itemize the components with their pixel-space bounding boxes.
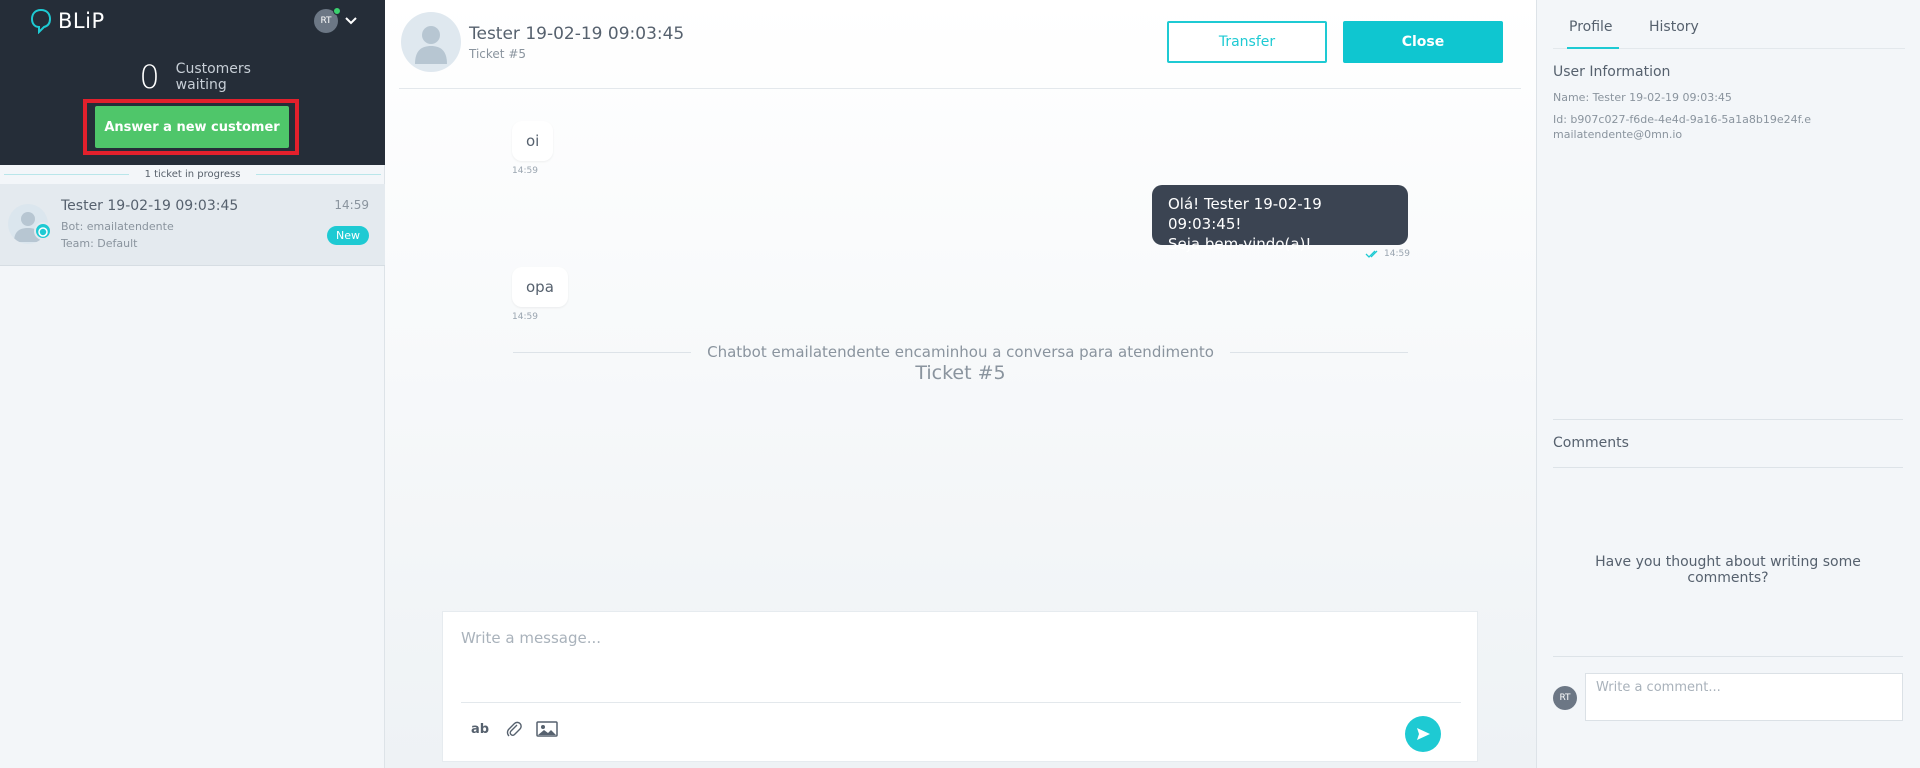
read-receipt-icon [1365,250,1378,258]
user-name-field: Name: Tester 19-02-19 09:03:45 [1553,91,1732,104]
send-icon [1417,728,1430,740]
tickets-in-progress-label: 1 ticket in progress [144,168,241,180]
message-composer: ab [442,611,1478,762]
section-divider [1553,419,1903,420]
message-text: opa [526,278,554,296]
contact-ticket-number: Ticket #5 [469,47,527,61]
section-divider [1553,656,1903,657]
outgoing-message: Olá! Tester 19-02-19 09:03:45! Seja bem-… [1152,185,1408,253]
outgoing-message-meta: 14:59 [1365,249,1410,259]
composer-divider [461,702,1461,703]
comment-input[interactable] [1585,673,1903,721]
image-icon [536,721,558,737]
tab-history[interactable]: History [1649,19,1699,47]
contact-name: Tester 19-02-19 09:03:45 [469,24,685,44]
contact-avatar [401,12,461,72]
customers-waiting: 0 Customers waiting [0,58,385,96]
answer-new-customer-button[interactable]: Answer a new customer [95,106,289,148]
details-tabs: Profile History [1553,0,1905,49]
transfer-button[interactable]: Transfer [1167,21,1327,63]
message-input[interactable] [461,629,1461,647]
empty-comments-message: Have you thought about writing some comm… [1595,554,1861,586]
chat-header: Tester 19-02-19 09:03:45 Ticket #5 Trans… [399,0,1521,89]
comments-title: Comments [1553,435,1629,451]
ticket-sidebar: BLiP RT 0 Customers waiting Answer a new… [0,0,385,768]
user-menu[interactable]: RT [314,7,358,33]
incoming-message: opa [512,267,568,307]
contact-details-panel: Profile History User Information Name: T… [1536,0,1920,768]
commenter-avatar: RT [1553,686,1577,710]
ticket-team: Team: Default [61,237,138,250]
message-text-line-2: Seja bem-vindo(a)! [1168,235,1312,253]
user-avatar[interactable]: RT [314,7,341,33]
close-ticket-button[interactable]: Close [1343,21,1503,63]
paperclip-icon [506,721,522,737]
tab-profile[interactable]: Profile [1567,19,1619,49]
message-time: 14:59 [1384,249,1410,259]
waiting-label: Customers waiting [175,61,251,93]
ticket-list-item[interactable]: Tester 19-02-19 09:03:45 Bot: emailatend… [0,184,385,266]
system-line-left [513,351,692,353]
brand-name: BLiP [58,9,105,33]
message-text: oi [526,132,540,150]
send-message-button[interactable] [1405,716,1441,752]
chat-area: Tester 19-02-19 09:03:45 Ticket #5 Trans… [385,0,1536,768]
attach-file-button[interactable] [506,719,522,739]
commenter-initials: RT [1559,693,1571,703]
message-time: 14:59 [512,312,538,322]
ticket-customer-name: Tester 19-02-19 09:03:45 [61,198,239,214]
queue-panel: BLiP RT 0 Customers waiting Answer a new… [0,0,385,165]
user-initials: RT [320,16,332,26]
system-ticket-number: Ticket #5 [915,362,1006,384]
section-divider [1553,467,1903,468]
system-event: Chatbot emailatendente encaminhou a conv… [513,343,1409,361]
attach-image-button[interactable] [536,719,558,739]
divider-line-right [256,173,382,175]
tickets-in-progress-divider: 1 ticket in progress [0,166,385,182]
ticket-time: 14:59 [334,198,369,212]
online-status-dot [333,7,341,15]
system-event-text: Chatbot emailatendente encaminhou a conv… [707,343,1214,361]
system-line-right [1229,351,1409,353]
waiting-count: 0 [139,58,160,96]
chat-channel-icon [34,222,52,240]
text-format-button[interactable]: ab [471,719,489,739]
new-badge: New [327,226,369,245]
ticket-bot: Bot: emailatendente [61,220,174,233]
message-text-line-1: Olá! Tester 19-02-19 09:03:45! [1168,195,1322,233]
blip-logo[interactable]: BLiP [30,8,105,34]
user-id-field: Id: b907c027-f6de-4e4d-9a16-5a1a8b19e24f… [1553,113,1811,141]
chevron-down-icon[interactable] [344,16,358,26]
message-time: 14:59 [512,166,538,176]
user-placeholder-icon [415,26,447,64]
divider-line-left [4,173,129,175]
user-information-title: User Information [1553,64,1671,80]
blip-logo-icon [30,8,52,34]
chat-bubble-icon [38,227,48,237]
incoming-message: oi [512,121,554,161]
